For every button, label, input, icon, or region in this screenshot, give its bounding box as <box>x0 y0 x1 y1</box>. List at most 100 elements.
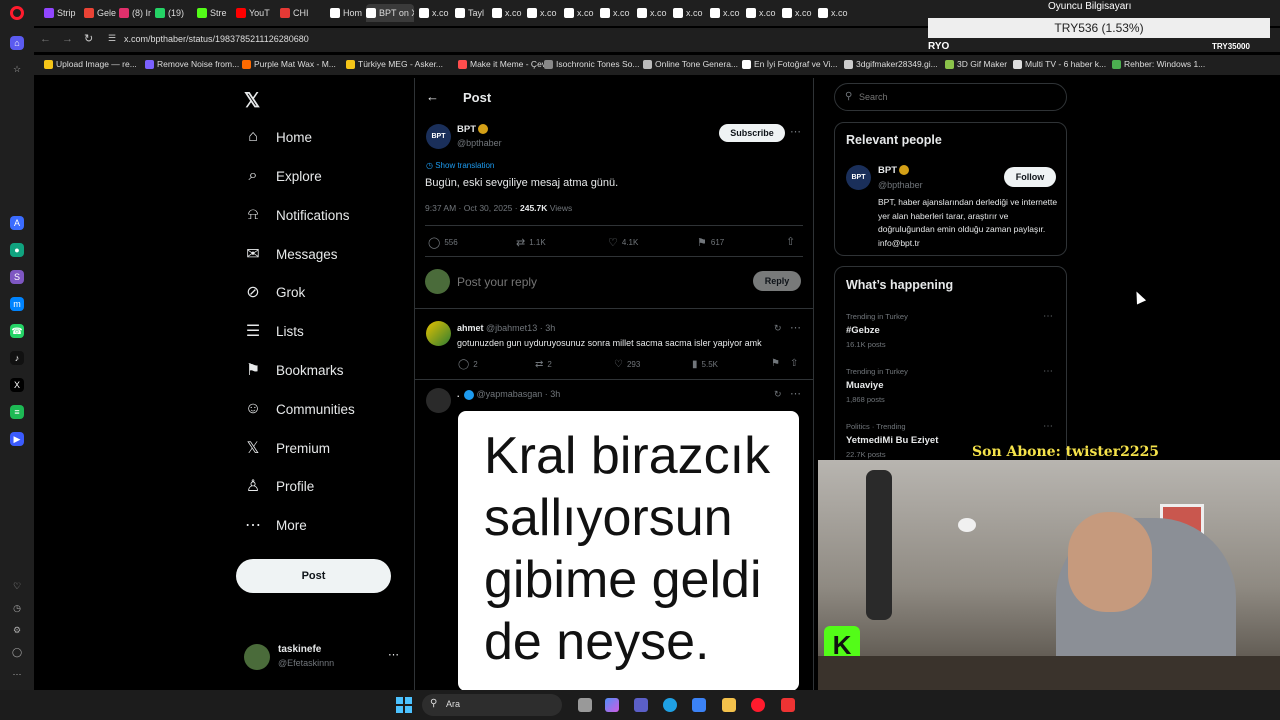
bookmark-item[interactable]: Make it Meme - Çev... <box>458 59 553 69</box>
edge-icon[interactable] <box>663 698 677 712</box>
reply-action[interactable]: ◯ 556 <box>428 236 458 249</box>
trend-more-icon[interactable]: ⋯ <box>1043 311 1053 322</box>
share-icon[interactable]: ⇧ <box>790 358 798 369</box>
browser-tab[interactable]: x.co <box>673 4 707 22</box>
grok-icon[interactable]: ↻ <box>774 389 782 400</box>
browser-tab[interactable]: BPT on X <box>366 4 414 22</box>
reply-header[interactable]: ahmet @jbahmet13 · 3h <box>457 323 555 333</box>
browser-tab[interactable]: x.co <box>710 4 744 22</box>
browser-tab[interactable]: Gele <box>84 4 118 22</box>
bulb-icon[interactable]: ◯ <box>10 645 24 659</box>
show-translation-link[interactable]: ◷ Show translation <box>426 161 494 170</box>
url-text[interactable]: x.com/bpthaber/status/198378521112628068… <box>124 34 309 44</box>
store-icon[interactable] <box>692 698 706 712</box>
browser-tab[interactable]: x.co <box>746 4 780 22</box>
x-icon[interactable]: X <box>10 378 24 392</box>
trend-item[interactable]: Trending in Turkey Muaviye 1,868 posts ⋯ <box>835 362 1066 412</box>
search-input[interactable] <box>859 90 1049 104</box>
heart-icon[interactable]: ♡ <box>10 579 24 593</box>
nav-item-notifications[interactable]: ⍾ Notifications <box>244 206 350 224</box>
forward-icon[interactable]: → <box>62 33 73 45</box>
bookmark-item[interactable]: Isochronic Tones So... <box>544 59 639 69</box>
app-icon[interactable]: S <box>10 270 24 284</box>
browser-tab[interactable]: Strip <box>44 4 78 22</box>
grok-icon[interactable]: ↻ <box>774 323 782 334</box>
opera-icon[interactable] <box>751 698 765 712</box>
more-icon[interactable]: ⋯ <box>10 667 24 681</box>
subscribe-button[interactable]: Subscribe <box>719 124 785 142</box>
browser-tab[interactable]: x.co <box>600 4 634 22</box>
nav-item-lists[interactable]: ☰ Lists <box>244 322 304 340</box>
bookmark-item[interactable]: Purple Mat Wax - M... <box>242 59 336 69</box>
reload-icon[interactable]: ↻ <box>84 32 93 45</box>
tiktok-icon[interactable]: ♪ <box>10 351 24 365</box>
windows-start-icon[interactable] <box>396 697 412 713</box>
browser-tab[interactable]: CHI <box>280 4 314 22</box>
x-logo-icon[interactable]: 𝕏 <box>244 88 260 113</box>
repost-action[interactable]: ⇄ 2 <box>535 359 552 370</box>
opera-logo-icon[interactable] <box>10 6 24 20</box>
player-icon[interactable]: ▶ <box>10 432 24 446</box>
nav-item-communities[interactable]: ☺ Communities <box>244 400 355 418</box>
history-icon[interactable]: ◷ <box>10 601 24 615</box>
trend-more-icon[interactable]: ⋯ <box>1043 366 1053 377</box>
bookmark-item[interactable]: Türkiye MEG - Asker... <box>346 59 443 69</box>
bookmark-icon[interactable]: ⚑ <box>771 358 780 369</box>
bookmark-item[interactable]: Remove Noise from... <box>145 59 239 69</box>
post-avatar[interactable]: BPT <box>426 124 451 149</box>
site-info-icon[interactable]: ☰ <box>108 33 116 44</box>
reply-action[interactable]: ◯ 2 <box>458 359 478 370</box>
bookmark-item[interactable]: 3D Gif Maker <box>945 59 1007 69</box>
spotify-icon[interactable]: ≡ <box>10 405 24 419</box>
nav-item-premium[interactable]: 𝕏 Premium <box>244 439 330 457</box>
reply-avatar[interactable] <box>426 388 451 413</box>
post-handle[interactable]: @bpthaber <box>457 138 502 148</box>
nav-item-profile[interactable]: ♙ Profile <box>244 477 314 495</box>
app-icon[interactable] <box>781 698 795 712</box>
chatgpt-icon[interactable]: ● <box>10 243 24 257</box>
pin-icon[interactable]: ☆ <box>10 62 24 76</box>
settings-icon[interactable]: ⚙ <box>10 623 24 637</box>
reply-button[interactable]: Reply <box>753 271 801 291</box>
browser-tab[interactable]: Stre <box>197 4 231 22</box>
follow-button[interactable]: Follow <box>1004 167 1056 187</box>
home-icon[interactable]: ⌂ <box>10 36 24 50</box>
aria-icon[interactable]: A <box>10 216 24 230</box>
bookmark-action[interactable]: ⚑ 617 <box>697 236 724 249</box>
meme-image[interactable]: Kral birazcık sallıyorsun gibime geldi d… <box>458 411 799 690</box>
bookmark-item[interactable]: Upload Image — re... <box>44 59 137 69</box>
reply-more-icon[interactable]: ⋯ <box>790 321 801 334</box>
trend-more-icon[interactable]: ⋯ <box>1043 421 1053 432</box>
post-timestamp[interactable]: 9:37 AM · Oct 30, 2025 · <box>425 203 518 213</box>
account-switcher[interactable]: taskinefe @Efetaskinnn ⋯ <box>244 642 404 672</box>
taskbar-search[interactable]: ⚲ Ara <box>422 694 562 716</box>
bookmark-item[interactable]: En İyi Fotoğraf ve Vi... <box>742 59 837 69</box>
copilot-icon[interactable] <box>605 698 619 712</box>
browser-tab[interactable]: x.co <box>818 4 852 22</box>
back-arrow-icon[interactable]: ← <box>426 89 439 104</box>
reply-avatar[interactable] <box>426 321 451 346</box>
share-icon[interactable]: ⇧ <box>786 235 795 248</box>
browser-tab[interactable]: x.co <box>564 4 598 22</box>
whatsapp-icon[interactable]: ☎ <box>10 324 24 338</box>
file-explorer-icon[interactable] <box>578 698 592 712</box>
browser-tab[interactable]: x.co <box>782 4 816 22</box>
views-action[interactable]: ▮ 5.5K <box>692 359 718 370</box>
like-action[interactable]: ♡ 293 <box>614 359 640 370</box>
repost-action[interactable]: ⇄ 1.1K <box>516 236 546 249</box>
browser-tab[interactable]: YouT <box>236 4 270 22</box>
nav-item-messages[interactable]: ✉ Messages <box>244 245 337 263</box>
bookmark-item[interactable]: Rehber: Windows 1... <box>1112 59 1205 69</box>
back-icon[interactable]: ← <box>40 33 51 45</box>
bookmark-item[interactable]: Multi TV - 6 haber k... <box>1013 59 1106 69</box>
teams-icon[interactable] <box>634 698 648 712</box>
browser-tab[interactable]: x.co <box>419 4 453 22</box>
reply-header[interactable]: . @yapmabasgan · 3h <box>457 389 560 400</box>
nav-item-more[interactable]: ⋯ More <box>244 516 307 534</box>
trend-item[interactable]: Trending in Turkey #Gebze 16.1K posts ⋯ <box>835 307 1066 357</box>
browser-tab[interactable]: (19) <box>155 4 189 22</box>
browser-tab[interactable]: Hom <box>330 4 364 22</box>
nav-item-bookmarks[interactable]: ⚑ Bookmarks <box>244 361 344 379</box>
browser-tab[interactable]: Tayl <box>455 4 489 22</box>
reply-input[interactable] <box>457 273 737 291</box>
